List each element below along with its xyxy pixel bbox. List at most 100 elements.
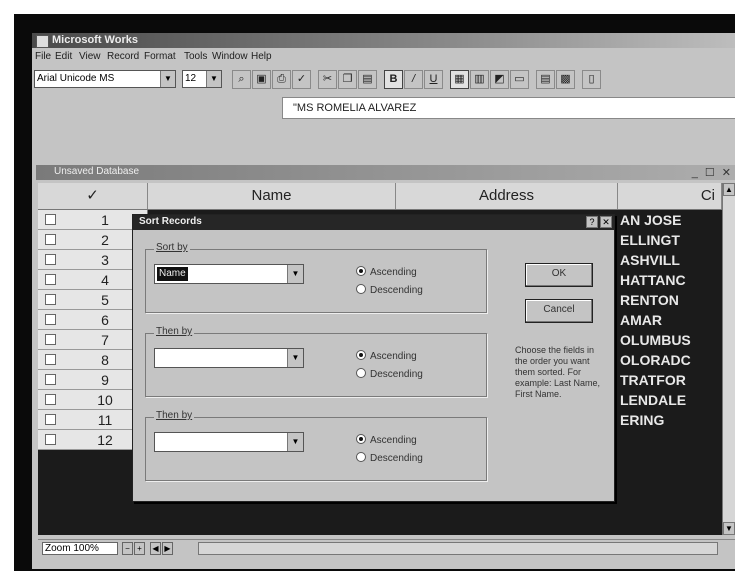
sort-by-group: Sort by Name ▼ Ascending Descending bbox=[145, 242, 487, 313]
menu-record[interactable]: Record bbox=[107, 51, 139, 62]
then-by-label-1: Then by bbox=[154, 326, 195, 337]
app-icon bbox=[36, 35, 49, 48]
paste-icon[interactable]: ▤ bbox=[358, 70, 377, 89]
row-number: 10 bbox=[97, 392, 113, 408]
then-by-1-descending-radio[interactable]: Descending bbox=[356, 368, 423, 380]
row-number: 2 bbox=[101, 232, 109, 248]
copy-icon[interactable]: ❐ bbox=[338, 70, 357, 89]
help-text: Choose the fields in the order you want … bbox=[515, 345, 601, 399]
row-checkbox[interactable] bbox=[45, 214, 56, 225]
next-record-icon[interactable]: ▶ bbox=[162, 542, 173, 555]
row-checkbox[interactable] bbox=[45, 294, 56, 305]
column-header-city[interactable]: Ci bbox=[618, 183, 722, 209]
spell-check-icon[interactable]: ✓ bbox=[292, 70, 311, 89]
row-checkbox[interactable] bbox=[45, 314, 56, 325]
sort-records-dialog: Sort Records ? ✕ Sort by Name ▼ Ascendin… bbox=[132, 214, 615, 502]
scroll-up-icon[interactable]: ▲ bbox=[723, 183, 735, 196]
zoom-in-icon[interactable]: + bbox=[134, 542, 145, 555]
close-icon[interactable]: ✕ bbox=[600, 216, 612, 228]
row-checkbox[interactable] bbox=[45, 354, 56, 365]
row-checkbox[interactable] bbox=[45, 254, 56, 265]
row-number: 7 bbox=[101, 332, 109, 348]
bold-icon[interactable]: B bbox=[384, 70, 403, 89]
then-by-select-2[interactable]: ▼ bbox=[154, 432, 304, 452]
cancel-button[interactable]: Cancel bbox=[525, 299, 593, 323]
row-checkbox[interactable] bbox=[45, 334, 56, 345]
city-cell[interactable]: RENTON bbox=[620, 290, 722, 310]
then-by-group-2: Then by ▼ Ascending Descending bbox=[145, 410, 487, 481]
city-cell[interactable]: ERING bbox=[620, 410, 722, 430]
row-number: 3 bbox=[101, 252, 109, 268]
descending-label: Descending bbox=[370, 285, 423, 296]
scroll-down-icon[interactable]: ▼ bbox=[723, 522, 735, 535]
italic-icon[interactable]: / bbox=[404, 70, 423, 89]
chevron-down-icon: ▼ bbox=[287, 265, 303, 283]
insert-record-icon[interactable]: ▤ bbox=[536, 70, 555, 89]
menu-edit[interactable]: Edit bbox=[55, 51, 72, 62]
chevron-down-icon: ▼ bbox=[287, 433, 303, 451]
select-all-header[interactable]: ✓ bbox=[38, 183, 148, 209]
vertical-scrollbar[interactable]: ▲ ▼ bbox=[722, 183, 735, 535]
horizontal-scrollbar[interactable] bbox=[198, 542, 718, 555]
list-view-icon[interactable]: ▦ bbox=[450, 70, 469, 89]
row-checkbox[interactable] bbox=[45, 434, 56, 445]
column-header-name[interactable]: Name bbox=[148, 183, 396, 209]
sort-by-descending-radio[interactable]: Descending bbox=[356, 284, 423, 296]
city-cell[interactable]: OLUMBUS bbox=[620, 330, 722, 350]
sort-by-select[interactable]: Name ▼ bbox=[154, 264, 304, 284]
then-by-select-1[interactable]: ▼ bbox=[154, 348, 304, 368]
zoom-control[interactable]: Zoom 100% bbox=[42, 542, 118, 555]
save-icon[interactable]: ▣ bbox=[252, 70, 271, 89]
radio-icon bbox=[356, 452, 366, 462]
city-cell[interactable]: ELLINGT bbox=[620, 230, 722, 250]
print-preview-icon[interactable]: ⌕ bbox=[232, 70, 251, 89]
row-number: 6 bbox=[101, 312, 109, 328]
print-icon[interactable]: ⎙ bbox=[272, 70, 291, 89]
zoom-out-icon[interactable]: − bbox=[122, 542, 133, 555]
sort-by-ascending-radio[interactable]: Ascending bbox=[356, 266, 417, 278]
filter-icon[interactable]: ▩ bbox=[556, 70, 575, 89]
report-icon[interactable]: ▭ bbox=[510, 70, 529, 89]
window-controls[interactable]: _ ☐ ✕ bbox=[692, 166, 733, 179]
descending-label: Descending bbox=[370, 453, 423, 464]
city-cell[interactable]: AN JOSE bbox=[620, 210, 722, 230]
formula-bar[interactable]: "MS ROMELIA ALVAREZ bbox=[282, 97, 735, 119]
sort-by-value: Name bbox=[157, 267, 188, 281]
ascending-label: Ascending bbox=[370, 351, 417, 362]
then-by-1-ascending-radio[interactable]: Ascending bbox=[356, 350, 417, 362]
column-header-address[interactable]: Address bbox=[396, 183, 618, 209]
query-icon[interactable]: ◩ bbox=[490, 70, 509, 89]
row-checkbox[interactable] bbox=[45, 374, 56, 385]
cut-icon[interactable]: ✂ bbox=[318, 70, 337, 89]
underline-icon[interactable]: U bbox=[424, 70, 443, 89]
menu-view[interactable]: View bbox=[79, 51, 101, 62]
ok-button[interactable]: OK bbox=[525, 263, 593, 287]
city-cell[interactable]: OLORADC bbox=[620, 350, 722, 370]
help-icon[interactable]: ? bbox=[586, 216, 598, 228]
chevron-down-icon: ▼ bbox=[206, 71, 221, 87]
sort-by-label: Sort by bbox=[154, 242, 190, 253]
then-by-2-ascending-radio[interactable]: Ascending bbox=[356, 434, 417, 446]
row-checkbox[interactable] bbox=[45, 234, 56, 245]
city-cell[interactable]: HATTANC bbox=[620, 270, 722, 290]
city-cell[interactable]: LENDALE bbox=[620, 390, 722, 410]
city-cell[interactable]: AMAR bbox=[620, 310, 722, 330]
menu-tools[interactable]: Tools bbox=[184, 51, 207, 62]
city-cell[interactable]: TRATFOR bbox=[620, 370, 722, 390]
city-cell[interactable]: ASHVILL bbox=[620, 250, 722, 270]
row-checkbox[interactable] bbox=[45, 394, 56, 405]
address-book-icon[interactable]: ▯ bbox=[582, 70, 601, 89]
radio-selected-icon bbox=[356, 350, 366, 360]
then-by-2-descending-radio[interactable]: Descending bbox=[356, 452, 423, 464]
menu-format[interactable]: Format bbox=[144, 51, 176, 62]
font-name-select[interactable]: Arial Unicode MS ▼ bbox=[34, 70, 176, 88]
form-view-icon[interactable]: ▥ bbox=[470, 70, 489, 89]
menu-window[interactable]: Window bbox=[212, 51, 248, 62]
menu-help[interactable]: Help bbox=[251, 51, 272, 62]
first-record-icon[interactable]: ◀ bbox=[150, 542, 161, 555]
font-size-select[interactable]: 12 ▼ bbox=[182, 70, 222, 88]
row-checkbox[interactable] bbox=[45, 274, 56, 285]
row-checkbox[interactable] bbox=[45, 414, 56, 425]
menu-file[interactable]: File bbox=[35, 51, 51, 62]
check-icon: ✓ bbox=[86, 187, 99, 204]
